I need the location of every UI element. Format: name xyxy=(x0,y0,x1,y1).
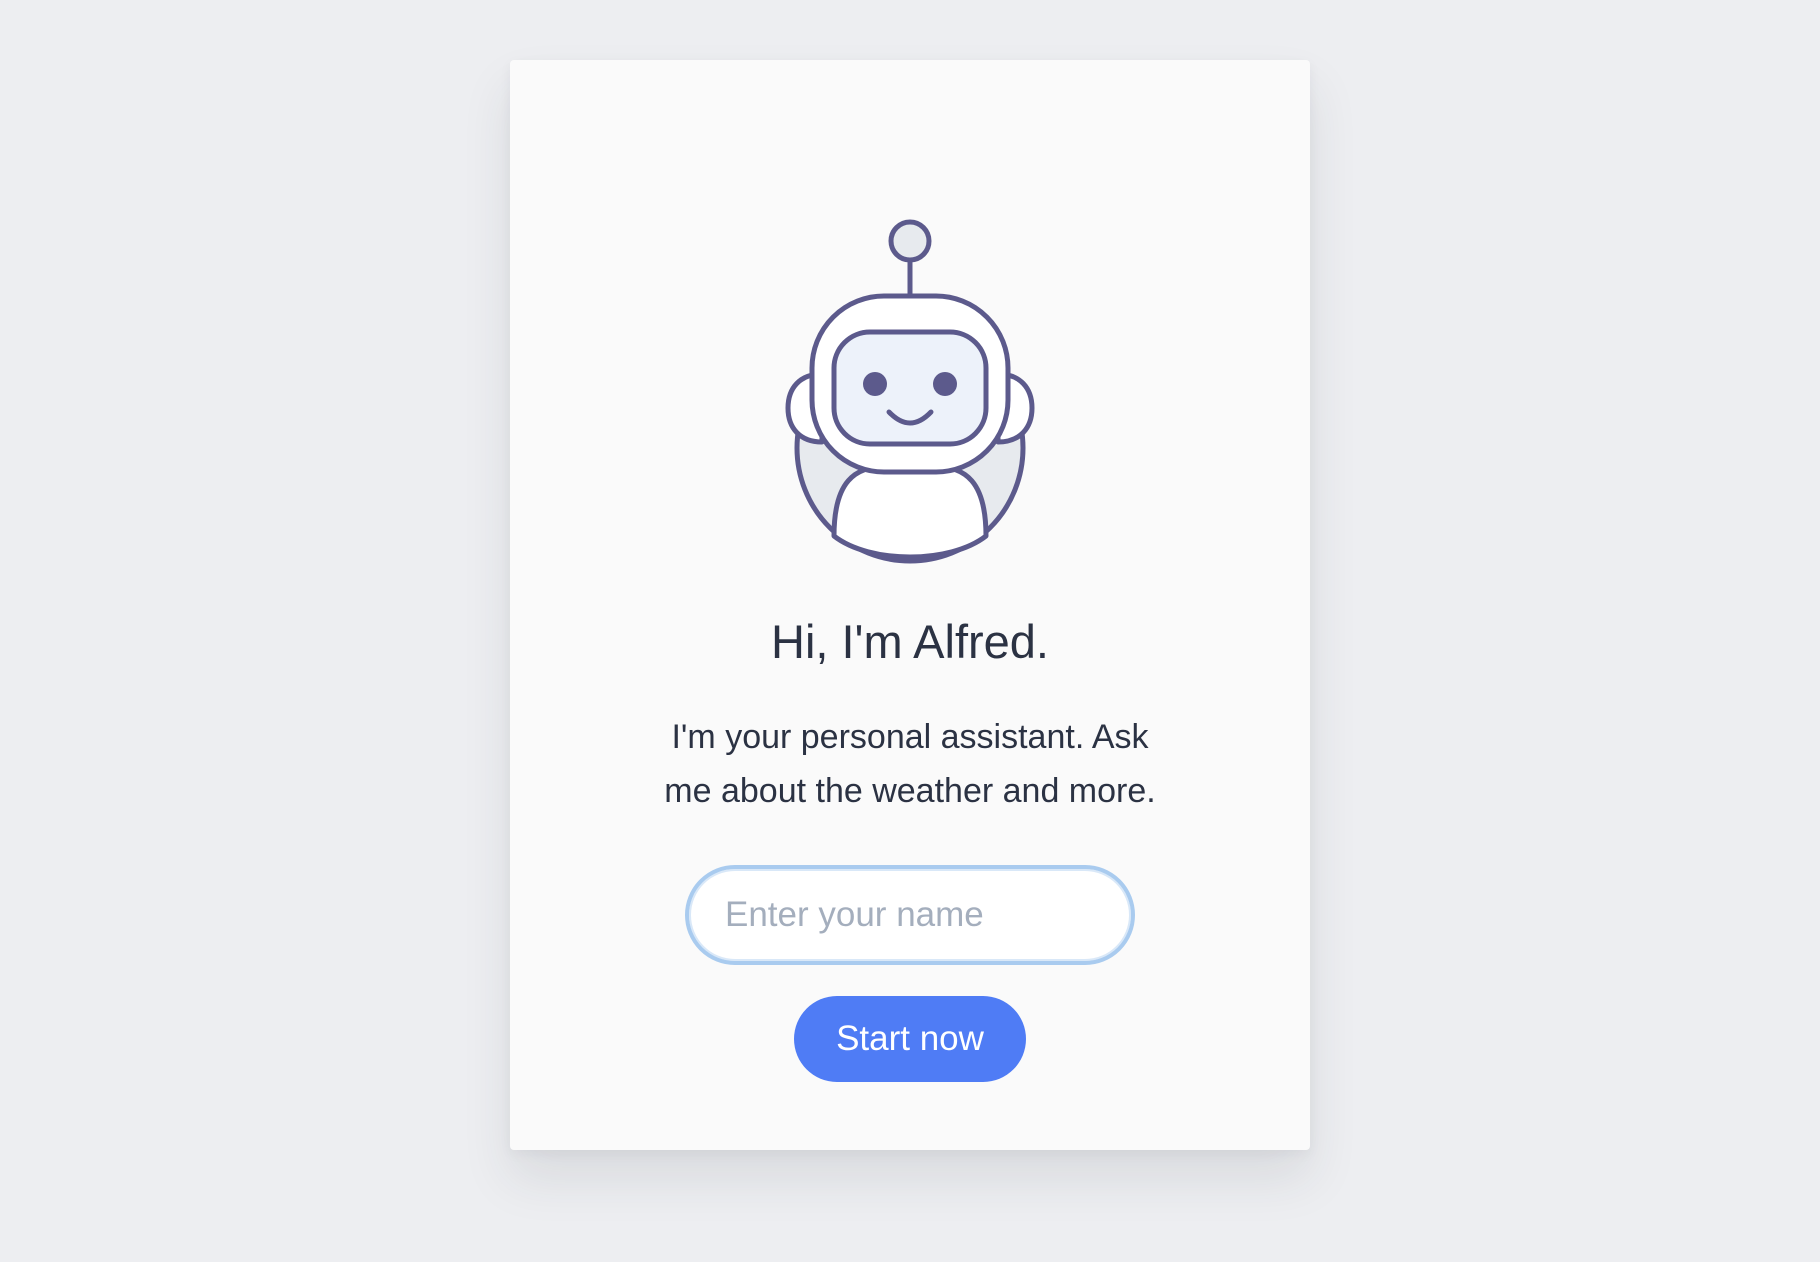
assistant-description: I'm your personal assistant. Ask me abou… xyxy=(664,718,1156,810)
name-input[interactable] xyxy=(685,865,1135,965)
robot-avatar xyxy=(780,196,1040,576)
start-now-button[interactable]: Start now xyxy=(794,996,1026,1082)
welcome-card: Hi, I'm Alfred. I'm your personal assist… xyxy=(510,60,1310,1150)
robot-icon xyxy=(785,219,1035,564)
greeting-title: Hi, I'm Alfred. xyxy=(771,615,1049,668)
